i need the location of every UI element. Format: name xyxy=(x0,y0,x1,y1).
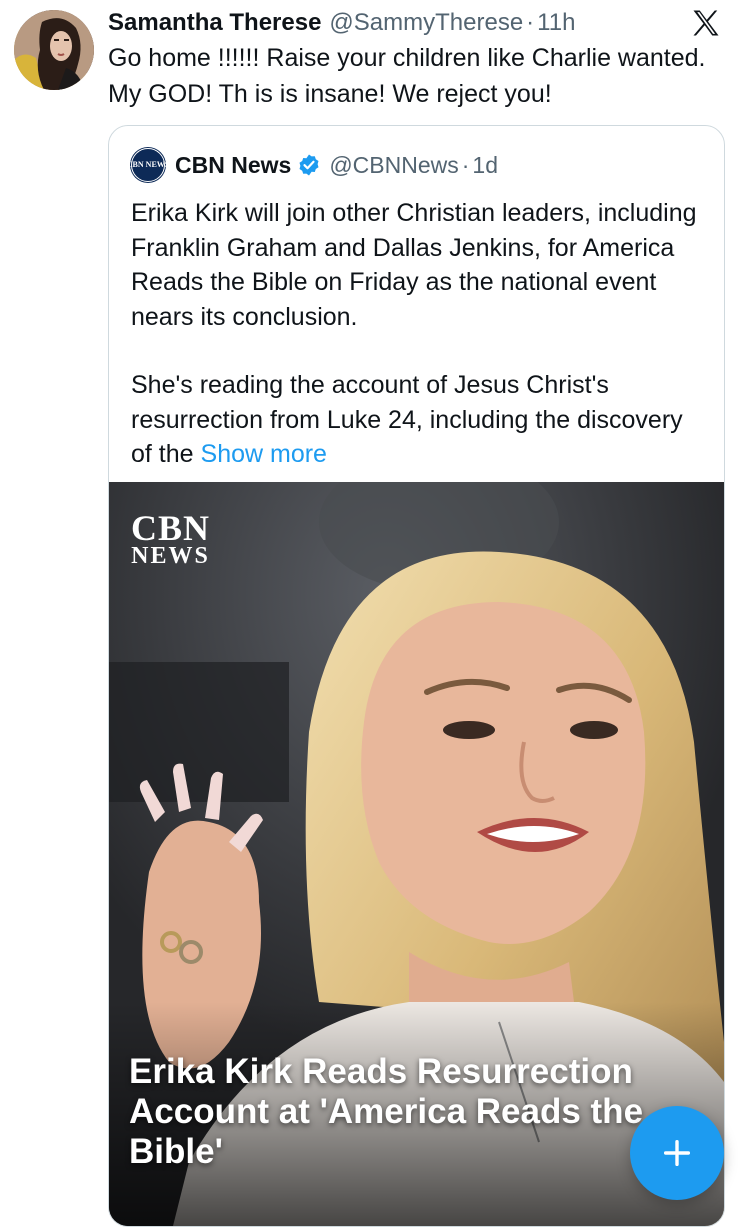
quoted-timestamp[interactable]: 1d xyxy=(472,152,498,179)
profile-photo xyxy=(14,10,94,90)
cbn-logo-bottom: NEWS xyxy=(131,543,210,569)
timestamp[interactable]: 11h xyxy=(537,9,575,37)
plus-icon xyxy=(663,1139,691,1167)
verified-badge-icon xyxy=(299,154,319,176)
show-more-link[interactable]: Show more xyxy=(201,440,327,468)
quoted-display-name[interactable]: CBN News xyxy=(175,152,291,179)
quoted-avatar[interactable]: CBN NEWS xyxy=(127,148,169,182)
tweet-text: Go home !!!!!! Raise your children like … xyxy=(108,44,706,108)
quoted-separator: · xyxy=(461,151,470,178)
cbn-logo-top: CBN xyxy=(131,508,211,548)
tweet[interactable]: Samantha Therese @SammyTherese · 11h Go … xyxy=(0,0,739,1227)
quoted-tweet-header: CBN NEWS CBN News @CBNNews · 1d xyxy=(127,148,498,182)
quoted-handle[interactable]: @CBNNews xyxy=(329,152,458,179)
display-name[interactable]: Samantha Therese xyxy=(108,9,321,37)
quoted-paragraph-1: Erika Kirk will join other Christian lea… xyxy=(131,199,697,331)
separator: · xyxy=(526,9,535,36)
quoted-tweet[interactable]: CBN NEWS CBN News @CBNNews · 1d Erika Ki… xyxy=(108,125,725,1227)
cbn-news-logo: CBN NEWS xyxy=(131,510,210,568)
avatar[interactable] xyxy=(14,10,94,90)
quoted-avatar-label: CBN NEWS xyxy=(126,160,170,169)
media-image[interactable]: CBN NEWS Erika Kirk Reads Resurrection A… xyxy=(109,482,724,1226)
media-headline: Erika Kirk Reads Resurrection Account at… xyxy=(129,1052,644,1171)
quoted-tweet-text: Erika Kirk will join other Christian lea… xyxy=(131,196,701,472)
compose-button[interactable] xyxy=(630,1106,724,1200)
quoted-paragraph-2: She's reading the account of Jesus Chris… xyxy=(131,368,701,472)
tweet-header: Samantha Therese @SammyTherese · 11h xyxy=(108,6,575,40)
x-logo-icon xyxy=(691,8,721,38)
handle[interactable]: @SammyTherese xyxy=(329,9,523,37)
